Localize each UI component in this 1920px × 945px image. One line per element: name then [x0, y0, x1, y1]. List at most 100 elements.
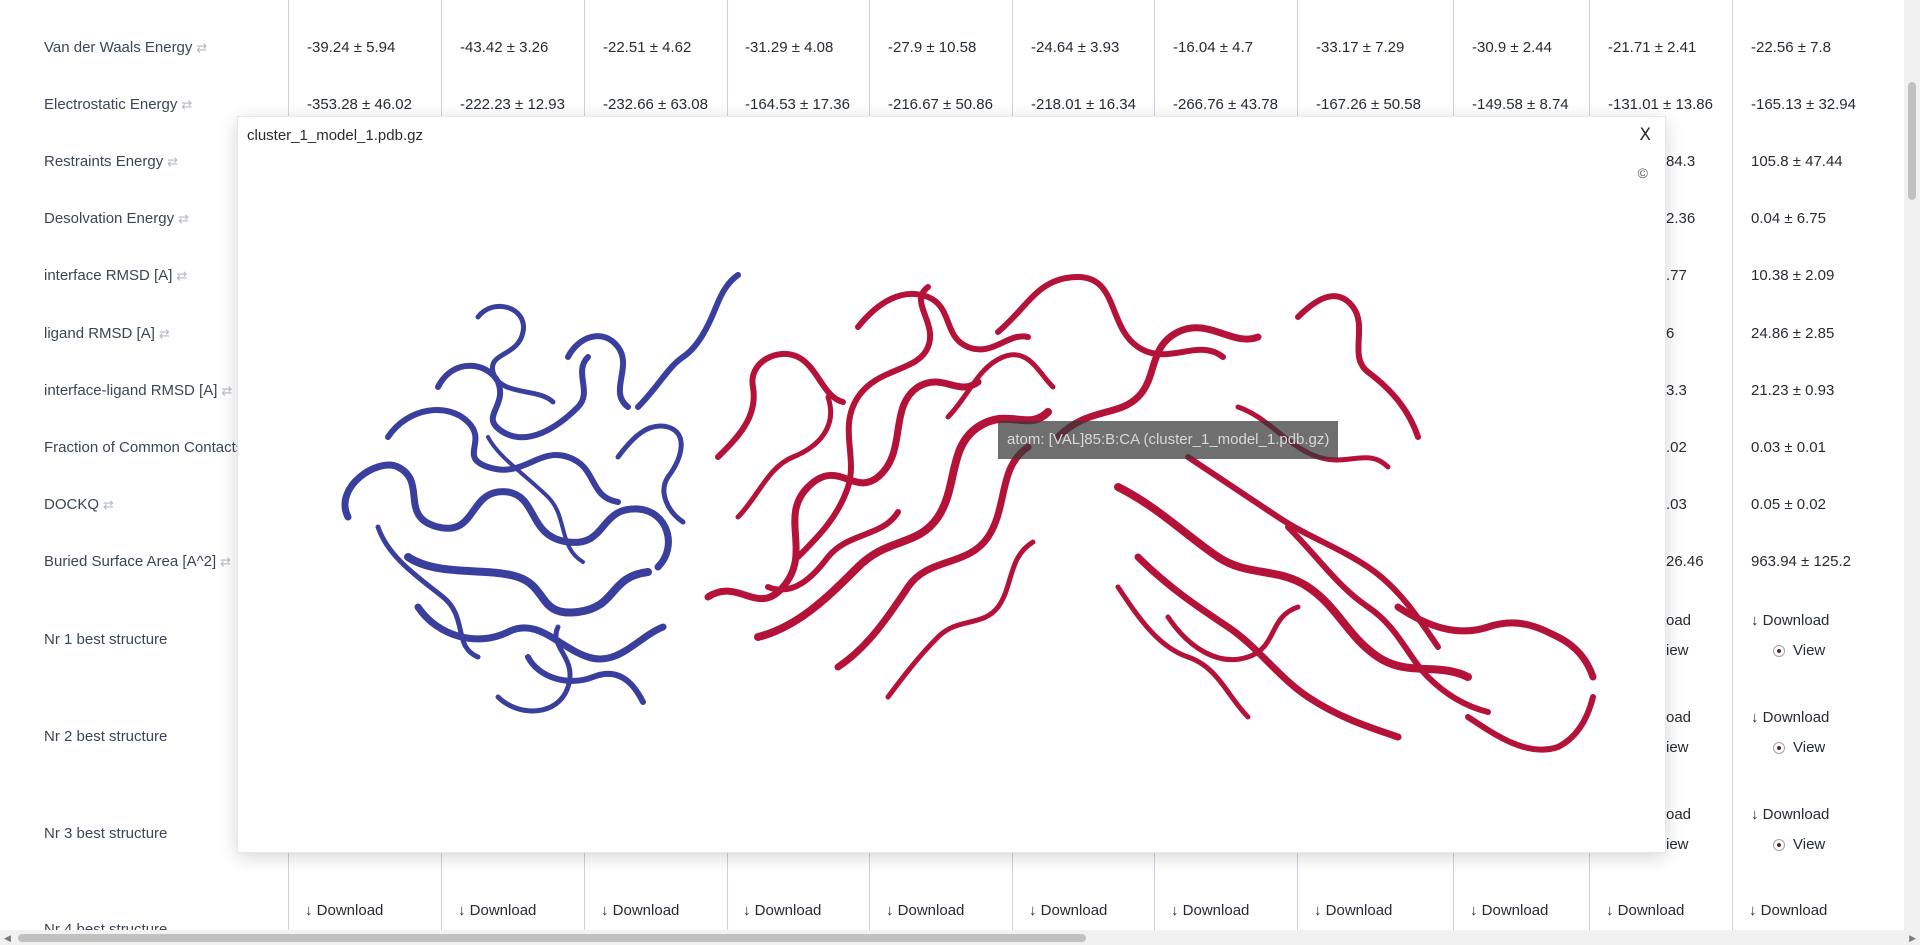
- download-button[interactable]: ↓ Download: [458, 902, 536, 919]
- view-label: View: [1793, 642, 1826, 659]
- view-button[interactable]: View: [1773, 642, 1825, 659]
- sort-icon[interactable]: ⇄: [178, 211, 189, 226]
- row-label-text: Desolvation Energy: [44, 210, 175, 227]
- view-radio-icon[interactable]: [1773, 741, 1785, 754]
- table-cell: 84.3: [1666, 153, 1696, 170]
- download-button[interactable]: oad: [1666, 806, 1691, 823]
- view-button[interactable]: iew: [1666, 836, 1689, 853]
- view-label: View: [1793, 739, 1826, 756]
- table-cell: -31.29 ± 4.08: [745, 39, 834, 56]
- table-cell: -24.64 ± 3.93: [1031, 39, 1120, 56]
- download-button[interactable]: oad: [1666, 612, 1691, 629]
- download-button[interactable]: ↓ Download: [1029, 902, 1107, 919]
- row-label-vdw: Van der Waals Energy ⇄: [44, 39, 239, 56]
- row-label-interface-ligand-rmsd: interface-ligand RMSD [A] ⇄: [44, 382, 239, 399]
- molecule-3d-viewer[interactable]: [238, 157, 1665, 847]
- table-cell: -216.67 ± 50.86: [888, 96, 993, 113]
- download-button[interactable]: ↓ Download: [305, 902, 383, 919]
- sort-icon[interactable]: ⇄: [159, 326, 170, 341]
- download-button[interactable]: ↓ Download: [1314, 902, 1392, 919]
- horizontal-scrollbar-thumb[interactable]: [18, 934, 1086, 942]
- download-button[interactable]: ↓ Download: [1470, 902, 1548, 919]
- table-cell: -149.58 ± 8.74: [1472, 96, 1569, 113]
- view-button[interactable]: iew: [1666, 739, 1689, 756]
- view-button[interactable]: iew: [1666, 642, 1689, 659]
- close-button[interactable]: X: [1639, 125, 1651, 145]
- vertical-scrollbar[interactable]: [1904, 0, 1920, 930]
- table-cell: 963.94 ± 125.2: [1751, 553, 1851, 570]
- table-cell: -22.51 ± 4.62: [603, 39, 692, 56]
- table-cell: -222.23 ± 12.93: [460, 96, 565, 113]
- download-button[interactable]: ↓ Download: [1606, 902, 1684, 919]
- table-cell: 26.46: [1666, 553, 1704, 570]
- table-cell: -21.71 ± 2.41: [1608, 39, 1697, 56]
- row-label-structure-1: Nr 1 best structure: [44, 631, 168, 648]
- row-label-text: interface RMSD [A]: [44, 267, 173, 284]
- table-cell: 0.04 ± 6.75: [1751, 210, 1826, 227]
- row-label-bsa: Buried Surface Area [A^2] ⇄: [44, 553, 239, 570]
- table-cell: -164.53 ± 17.36: [745, 96, 850, 113]
- sort-icon[interactable]: ⇄: [220, 554, 231, 569]
- download-button[interactable]: ↓ Download: [601, 902, 679, 919]
- chain-b-ribbon: [704, 284, 1056, 700]
- horizontal-scrollbar[interactable]: ◀ ▶: [0, 930, 1920, 945]
- table-cell: 10.38 ± 2.09: [1751, 267, 1835, 284]
- modal-title: cluster_1_model_1.pdb.gz: [247, 127, 423, 144]
- download-button[interactable]: ↓ Download: [1751, 806, 1829, 823]
- row-label-ligand-rmsd: ligand RMSD [A] ⇄: [44, 325, 239, 342]
- row-label-text: Van der Waals Energy: [44, 39, 193, 56]
- row-label-dockq: DOCKQ ⇄: [44, 496, 239, 513]
- row-label-text: Restraints Energy: [44, 153, 164, 170]
- table-cell: -30.9 ± 2.44: [1472, 39, 1552, 56]
- download-button[interactable]: ↓ Download: [1751, 709, 1829, 726]
- download-button[interactable]: oad: [1666, 709, 1691, 726]
- table-cell: -266.76 ± 43.78: [1173, 96, 1278, 113]
- table-cell: 6: [1666, 325, 1675, 342]
- scroll-right-arrow-icon[interactable]: ▶: [1909, 933, 1916, 944]
- download-button[interactable]: ↓ Download: [886, 902, 964, 919]
- chain-a-ribbon: [341, 272, 741, 714]
- column-divider: [1732, 0, 1733, 930]
- row-label-interface-rmsd: interface RMSD [A] ⇄: [44, 267, 239, 284]
- download-button[interactable]: ↓ Download: [743, 902, 821, 919]
- sort-icon[interactable]: ⇄: [221, 383, 232, 398]
- view-button[interactable]: View: [1773, 836, 1825, 853]
- download-button[interactable]: ↓ Download: [1749, 902, 1827, 919]
- table-cell: -22.56 ± 7.8: [1751, 39, 1831, 56]
- table-cell: -232.66 ± 63.08: [603, 96, 708, 113]
- table-cell: -16.04 ± 4.7: [1173, 39, 1253, 56]
- row-label-electrostatic: Electrostatic Energy ⇄: [44, 96, 239, 113]
- atom-tooltip: atom: [VAL]85:B:CA (cluster_1_model_1.pd…: [998, 421, 1339, 459]
- row-label-restraints: Restraints Energy ⇄: [44, 153, 239, 170]
- sort-icon[interactable]: ⇄: [196, 40, 207, 55]
- structure-viewer-modal: cluster_1_model_1.pdb.gz X © atom: [VAL]…: [238, 117, 1665, 852]
- sort-icon[interactable]: ⇄: [167, 154, 178, 169]
- row-label-structure-3: Nr 3 best structure: [44, 825, 168, 842]
- view-label: View: [1793, 836, 1826, 853]
- scroll-left-arrow-icon[interactable]: ◀: [4, 933, 11, 944]
- table-cell: 2.36: [1666, 210, 1696, 227]
- table-cell: .02: [1666, 439, 1687, 456]
- view-label: iew: [1666, 739, 1689, 756]
- table-cell: -27.9 ± 10.58: [888, 39, 977, 56]
- view-button[interactable]: View: [1773, 739, 1825, 756]
- vertical-scrollbar-thumb[interactable]: [1908, 82, 1916, 200]
- table-cell: 0.05 ± 0.02: [1751, 496, 1826, 513]
- row-label-text: ligand RMSD [A]: [44, 325, 155, 342]
- table-cell: 0.03 ± 0.01: [1751, 439, 1826, 456]
- row-label-structure-4: Nr 4 best structure: [44, 921, 168, 930]
- table-cell: -39.24 ± 5.94: [307, 39, 396, 56]
- view-radio-icon[interactable]: [1773, 838, 1785, 851]
- view-radio-icon[interactable]: [1773, 644, 1785, 657]
- chain-b-ribbon-domain-2: [995, 274, 1597, 753]
- download-button[interactable]: ↓ Download: [1751, 612, 1829, 629]
- table-cell: 21.23 ± 0.93: [1751, 382, 1835, 399]
- row-label-text: DOCKQ: [44, 496, 100, 513]
- table-cell: 24.86 ± 2.85: [1751, 325, 1835, 342]
- sort-icon[interactable]: ⇄: [103, 497, 114, 512]
- sort-icon[interactable]: ⇄: [176, 268, 187, 283]
- table-cell: -165.13 ± 32.94: [1751, 96, 1856, 113]
- download-button[interactable]: ↓ Download: [1171, 902, 1249, 919]
- sort-icon[interactable]: ⇄: [181, 97, 192, 112]
- view-label: iew: [1666, 642, 1689, 659]
